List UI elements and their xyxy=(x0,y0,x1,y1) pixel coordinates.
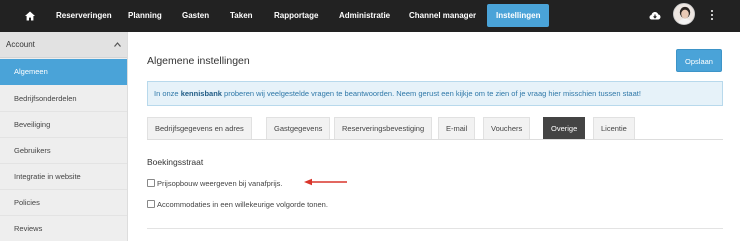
nav-instellingen[interactable]: Instellingen xyxy=(487,4,550,27)
settings-tabs: Bedrijfsgegevens en adres Gastgegevens R… xyxy=(147,117,723,140)
info-alert: In onze kennisbank proberen wij veelgest… xyxy=(147,81,723,106)
info-text-prefix: In onze xyxy=(154,89,181,98)
more-vertical-icon[interactable] xyxy=(710,10,714,22)
tab-licentie[interactable]: Licentie xyxy=(593,117,635,139)
kennisbank-link[interactable]: kennisbank xyxy=(181,89,222,98)
tab-reserveringsbevestiging[interactable]: Reserveringsbevestiging xyxy=(334,117,433,139)
tab-overige[interactable]: Overige xyxy=(543,117,586,139)
option-prijsopbouw: Prijsopbouw weergeven bij vanafprijs. xyxy=(147,178,282,190)
main-content: Algemene instellingen Opslaan In onze ke… xyxy=(128,32,740,241)
option-accommodaties-volgorde: Accommodaties in een willekeurige volgor… xyxy=(147,199,328,211)
nav-gasten[interactable]: Gasten xyxy=(182,0,209,32)
section-divider xyxy=(147,228,723,229)
sidebar-item-integratie-in-website[interactable]: Integratie in website xyxy=(0,164,127,190)
top-navbar: Reserveringen Planning Gasten Taken Rapp… xyxy=(0,0,740,32)
red-arrow-annotation xyxy=(304,178,347,186)
tab-gastgegevens[interactable]: Gastgegevens xyxy=(266,117,331,139)
tab-e-mail[interactable]: E-mail xyxy=(438,117,476,139)
chevron-up-icon xyxy=(114,42,121,47)
sidebar-item-algemeen[interactable]: Algemeen xyxy=(0,59,127,85)
sidebar-item-reviews[interactable]: Reviews xyxy=(0,216,127,241)
nav-reserveringen[interactable]: Reserveringen xyxy=(56,0,112,32)
nav-taken[interactable]: Taken xyxy=(230,0,253,32)
prijsopbouw-checkbox[interactable] xyxy=(147,179,155,187)
prijsopbouw-label[interactable]: Prijsopbouw weergeven bij vanafprijs. xyxy=(157,179,282,188)
sidebar-item-beveiliging[interactable]: Beveiliging xyxy=(0,112,127,138)
save-button[interactable]: Opslaan xyxy=(676,49,722,72)
info-text-suffix: proberen wij veelgestelde vragen te bean… xyxy=(221,89,641,98)
sidebar-item-policies[interactable]: Policies xyxy=(0,190,127,216)
cloud-download-icon[interactable] xyxy=(649,10,661,22)
sidebar-item-bedrijfsonderdelen[interactable]: Bedrijfsonderdelen xyxy=(0,86,127,112)
nav-channel-manager[interactable]: Channel manager xyxy=(409,0,476,32)
sidebar-section-account[interactable]: Account xyxy=(0,32,127,58)
sidebar-item-gebruikers[interactable]: Gebruikers xyxy=(0,138,127,164)
user-avatar[interactable] xyxy=(673,3,695,25)
nav-rapportage[interactable]: Rapportage xyxy=(274,0,318,32)
page-title: Algemene instellingen xyxy=(147,55,250,67)
tab-bedrijfsgegevens[interactable]: Bedrijfsgegevens en adres xyxy=(147,117,252,139)
accommodaties-label[interactable]: Accommodaties in een willekeurige volgor… xyxy=(157,200,328,209)
nav-planning[interactable]: Planning xyxy=(128,0,162,32)
sidebar: Account Algemeen Bedrijfsonderdelen Beve… xyxy=(0,32,128,241)
sidebar-section-label: Account xyxy=(6,40,35,49)
tab-vouchers[interactable]: Vouchers xyxy=(483,117,531,139)
accommodaties-checkbox[interactable] xyxy=(147,200,155,208)
home-icon[interactable] xyxy=(24,10,36,22)
nav-administratie[interactable]: Administratie xyxy=(339,0,390,32)
section-title-boekingsstraat: Boekingsstraat xyxy=(147,157,204,167)
